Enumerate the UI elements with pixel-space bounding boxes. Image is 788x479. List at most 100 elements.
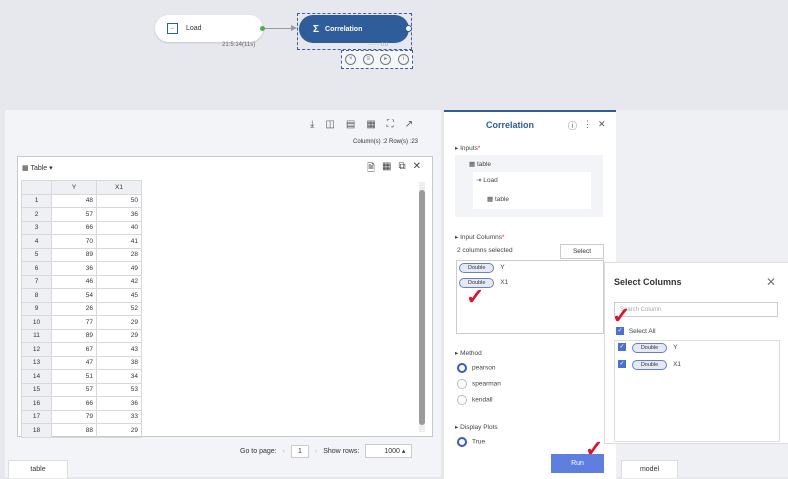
table-cell[interactable]: 29 [96,423,142,438]
close-icon[interactable]: ✕ [598,119,606,132]
table-cell[interactable]: 77 [51,315,97,330]
table-row[interactable]: 3 66 40 [21,220,142,235]
prev-page-icon[interactable]: ‹ [283,448,285,455]
input-load-item[interactable]: ⇥ Load [476,176,498,184]
table-cell[interactable]: 52 [96,301,142,316]
table-cell[interactable]: 70 [51,234,97,249]
table-cell[interactable]: 36 [96,396,142,411]
table-cell[interactable]: 50 [96,193,142,208]
header-x1[interactable]: X1 [96,180,142,195]
popup-column-x1[interactable]: ✓ Double X1 [618,360,681,370]
table-row[interactable]: 16 66 36 [21,396,142,411]
copy-icon[interactable]: ⧉ [399,161,406,178]
method-kendall[interactable]: kendall [457,395,493,405]
close-icon[interactable]: ✕ [413,161,421,178]
table-cell[interactable]: 67 [51,342,97,357]
table-row[interactable]: 7 46 42 [21,274,142,289]
table-cell[interactable]: 89 [51,247,97,262]
rows-per-page-select[interactable]: 1000 ▴ [365,444,413,458]
table-cell[interactable]: 49 [96,261,142,276]
table-cell[interactable]: 66 [51,396,97,411]
table-row[interactable]: 11 89 29 [21,328,142,343]
table-cell[interactable]: 43 [96,342,142,357]
table-cell[interactable]: 54 [51,288,97,303]
table-row[interactable]: 14 51 34 [21,369,142,384]
table-cell[interactable]: 28 [96,247,142,262]
display-plots-true[interactable]: True [457,437,485,447]
input-table-item[interactable]: ▦ table [469,160,491,168]
search-column-input[interactable]: Search Column [614,302,778,317]
input-sub-table-item[interactable]: ▦ table [487,195,509,203]
table-cell[interactable]: 51 [51,369,97,384]
popout-icon[interactable]: ↗ [405,119,413,130]
table-cell[interactable]: 48 [51,193,97,208]
table-cell[interactable]: 40 [96,220,142,235]
table-cell[interactable]: 66 [51,220,97,235]
table-row[interactable]: 6 36 49 [21,261,142,276]
split-vertical-icon[interactable]: ◫ [325,119,334,130]
more-icon[interactable]: ⋮ [583,119,592,132]
display-plots-section[interactable]: ▸ Display Plots [455,423,498,431]
fullscreen-icon[interactable]: ⛶ [387,119,394,130]
table-cell[interactable]: 89 [51,328,97,343]
delete-node-icon[interactable]: × [345,54,357,65]
correlation-output-port[interactable] [405,25,412,32]
select-columns-button[interactable]: Select [560,244,604,259]
table-view-select[interactable]: ▦ Table ▾ [22,164,53,172]
table-cell[interactable]: 46 [51,274,97,289]
table-row[interactable]: 17 79 33 [21,409,142,424]
page-input[interactable]: 1 [290,444,309,458]
popup-column-y[interactable]: ✓ Double Y [618,343,677,353]
inputs-section[interactable]: ▸ Inputs* [455,144,480,152]
split-horizontal-icon[interactable]: ▤ [346,119,355,130]
table-cell[interactable]: 26 [51,301,97,316]
table-cell[interactable]: 36 [96,207,142,222]
download-icon[interactable]: ⤓ [310,119,314,130]
table-row[interactable]: 9 26 52 [21,301,142,316]
table-row[interactable]: 4 70 41 [21,234,142,249]
table-cell[interactable]: 79 [51,409,97,424]
method-pearson[interactable]: pearson [457,363,496,373]
table-row[interactable]: 2 57 36 [21,207,142,222]
checkbox-checked-icon[interactable]: ✓ [618,360,626,369]
table-row[interactable]: 1 48 50 [21,193,142,208]
copy-node-icon[interactable]: ≡ [362,54,374,65]
scrollbar-thumb[interactable] [419,190,425,425]
checkbox-checked-icon[interactable]: ✓ [618,343,626,352]
method-spearman[interactable]: spearman [457,379,501,389]
method-section[interactable]: ▸ Method [455,349,482,357]
input-columns-section[interactable]: ▸ Input Columns* [455,233,505,241]
next-page-icon[interactable]: › [315,448,317,455]
table-cell[interactable]: 45 [96,288,142,303]
table-row[interactable]: 13 47 38 [21,355,142,370]
table-cell[interactable]: 38 [96,355,142,370]
table-cell[interactable]: 53 [96,382,142,397]
table-cell[interactable]: 42 [96,274,142,289]
table-cell[interactable]: 88 [51,423,97,438]
table-row[interactable]: 10 77 29 [21,315,142,330]
table-cell[interactable]: 57 [51,207,97,222]
table-cell[interactable]: 36 [51,261,97,276]
table-row[interactable]: 15 57 53 [21,382,142,397]
table-row[interactable]: 5 89 28 [21,247,142,262]
table-cell[interactable]: 47 [51,355,97,370]
header-y[interactable]: Y [51,180,97,195]
grid-layout-icon[interactable]: ▦ [366,119,375,130]
table-cell[interactable]: 41 [96,234,142,249]
export-icon[interactable]: 🗎 [367,161,375,178]
tab-model[interactable]: model [621,460,678,478]
table-cell[interactable]: 29 [96,315,142,330]
correlation-node[interactable]: Σ Correlation [299,15,409,43]
table-row[interactable]: 18 88 29 [21,423,142,438]
columns-icon[interactable]: ▦ [382,161,391,178]
table-cell[interactable]: 29 [96,328,142,343]
load-node[interactable]: → Load [155,15,263,42]
table-cell[interactable]: 33 [96,409,142,424]
help-icon[interactable]: ⓘ [568,119,577,132]
run-node-icon[interactable]: ▸ [380,54,392,65]
table-cell[interactable]: 34 [96,369,142,384]
table-row[interactable]: 8 54 45 [21,288,142,303]
close-icon[interactable]: ✕ [766,275,776,289]
tab-table[interactable]: table [8,460,68,478]
table-cell[interactable]: 57 [51,382,97,397]
